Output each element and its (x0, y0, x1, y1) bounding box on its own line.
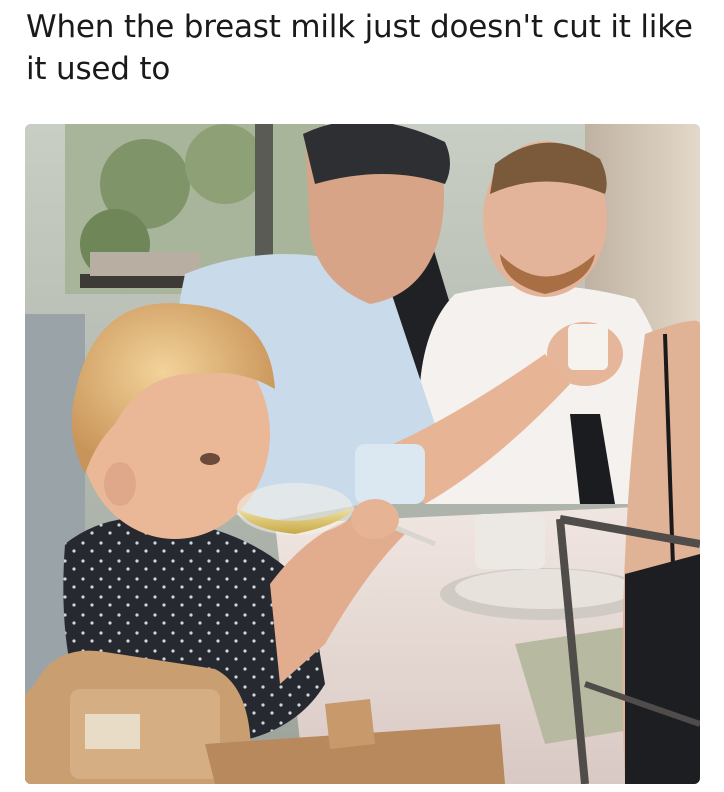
meme-photo (25, 124, 700, 784)
child-hand (351, 499, 399, 539)
restaurant-photo-illustration (25, 124, 700, 784)
meme-caption: When the breast milk just doesn't cut it… (26, 9, 693, 87)
coffee-cup (475, 514, 545, 569)
